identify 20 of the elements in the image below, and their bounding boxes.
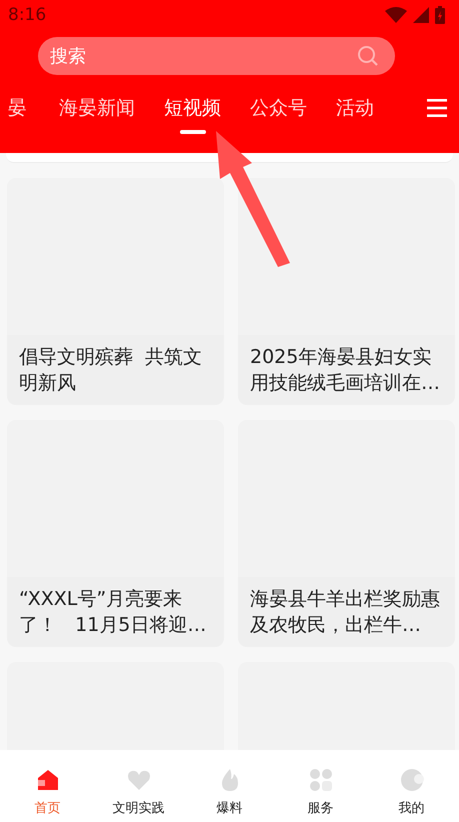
search-field[interactable]: 搜索 (38, 37, 395, 75)
signal-icon (413, 7, 429, 23)
wifi-icon (385, 7, 407, 23)
grid-icon (308, 768, 332, 792)
menu-icon[interactable] (427, 99, 447, 117)
category-tab[interactable]: 短视频 (164, 95, 221, 134)
clock-time: 8:16 (8, 5, 48, 25)
video-title: “XXXL号”月亮要来了！ 11月5日将迎… (18, 587, 208, 638)
video-title: 海晏县牛羊出栏奖励惠及农牧民，出栏牛… (249, 587, 441, 638)
nav-tab[interactable]: 服务 (280, 750, 360, 822)
home-icon (36, 768, 60, 792)
battery-icon (435, 6, 445, 24)
video-title: 倡导文明殡葬 共筑文明新风 (18, 345, 204, 396)
moon-icon (400, 768, 424, 792)
search-icon[interactable] (357, 45, 379, 67)
nav-tab[interactable]: 文明实践 (98, 750, 178, 822)
heart-icon (126, 768, 150, 792)
video-title: 2025年海晏县妇女实用技能绒毛画培训在… (249, 345, 441, 396)
nav-tab[interactable]: 爆料 (190, 750, 270, 822)
nav-tab[interactable]: 我的 (372, 750, 452, 822)
